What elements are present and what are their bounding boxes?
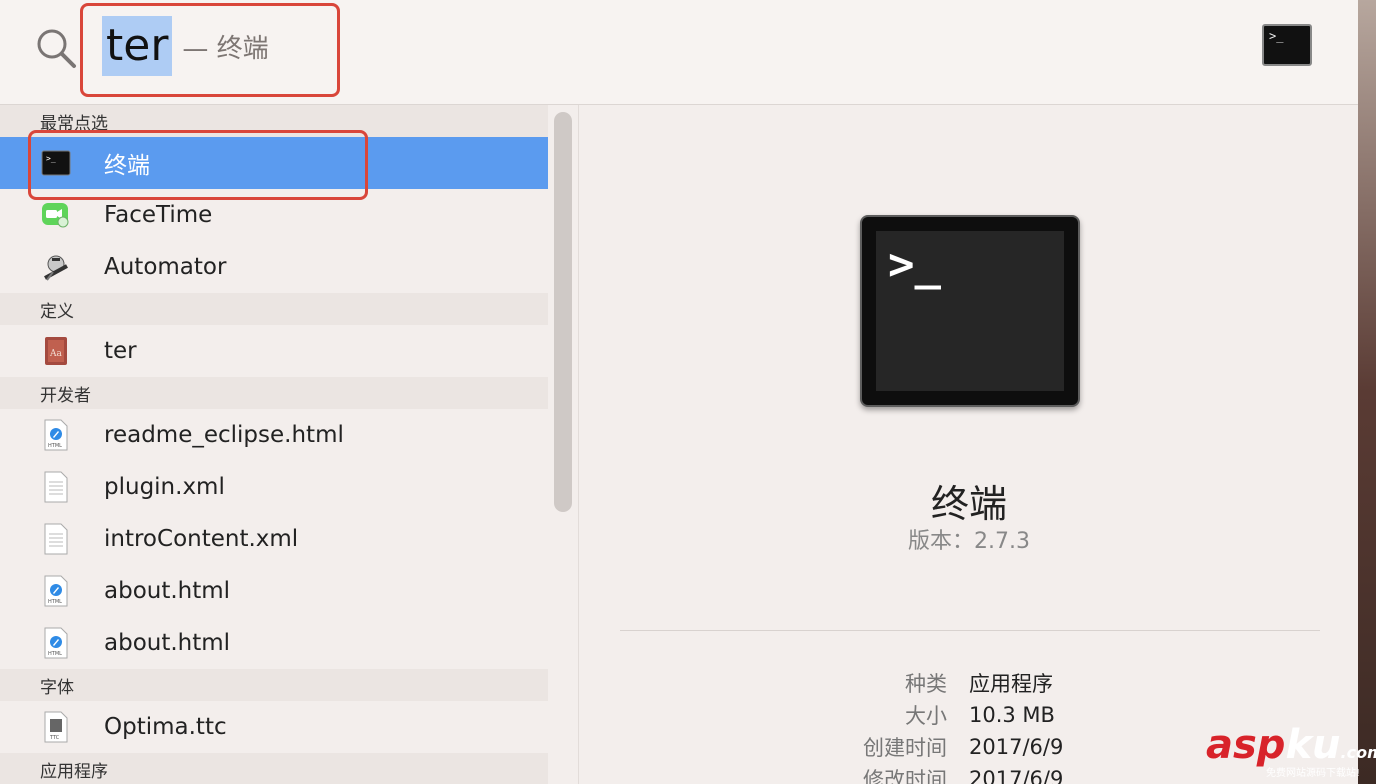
result-label: readme_eclipse.html [104,422,344,448]
result-item[interactable]: HTML about.html [0,565,548,617]
results-list: 最常点选 >_ 终端 FaceTime Automator 定义 Aa ter 开发者 HTML r… [0,105,548,784]
terminal-prompt: >_ [888,239,941,290]
result-label: about.html [104,630,231,656]
automator-icon [40,251,72,283]
section-header: 最常点选 [0,105,548,137]
html-file-icon: HTML [40,575,72,607]
html-file-icon: HTML [40,419,72,451]
result-label: FaceTime [104,202,213,228]
header-terminal-prompt: >_ [1269,29,1284,43]
result-label: Optima.ttc [104,714,227,740]
svg-text:Aa: Aa [49,349,62,359]
watermark-subtitle: 免费网站源码下载站! [1266,768,1361,779]
facetime-icon [40,199,72,231]
meta-value: 2017/6/9 [969,767,1064,784]
xml-file-icon [40,523,72,555]
result-item[interactable]: Aa ter [0,325,548,377]
search-completion: — 终端 [182,33,269,64]
result-label: plugin.xml [104,474,225,500]
result-item[interactable]: >_ 终端 [0,137,548,189]
result-item[interactable]: Automator [0,241,548,293]
result-label: Automator [104,254,227,280]
result-label: ter [104,338,137,364]
xml-file-icon [40,471,72,503]
section-header: 应用程序 [0,753,548,784]
svg-text:HTML: HTML [48,651,62,657]
section-header: 字体 [0,669,548,701]
result-item[interactable]: HTML readme_eclipse.html [0,409,548,461]
result-item[interactable]: introContent.xml [0,513,548,565]
preview-pane: >_ 终端 版本：2.7.3 种类 应用程序 大小 10.3 MB 创建时间 2… [580,105,1358,784]
watermark-logo: aspku.com [1206,722,1376,768]
meta-row: 种类 应用程序 [580,667,1358,699]
meta-key: 大小 [905,704,947,728]
pane-divider [578,105,579,784]
preview-divider [620,630,1320,631]
svg-text:TTC: TTC [49,735,60,741]
app-version: 版本：2.7.3 [908,529,1030,554]
desktop-background [1356,0,1376,784]
result-item[interactable]: TTC Optima.ttc [0,701,548,753]
section-header: 开发者 [0,377,548,409]
svg-text:HTML: HTML [48,599,62,605]
terminal-icon: >_ [860,215,1080,407]
section-header: 定义 [0,293,548,325]
result-item[interactable]: FaceTime [0,189,548,241]
spotlight-window: ter — 终端 >_ 最常点选 >_ 终端 FaceTime Automator 定义 A… [0,0,1358,784]
result-label: introContent.xml [104,526,299,552]
terminal-icon: >_ [40,147,72,179]
result-item[interactable]: HTML about.html [0,617,548,669]
font-file-icon: TTC [40,711,72,743]
html-file-icon: HTML [40,627,72,659]
dictionary-icon: Aa [40,335,72,367]
watermark: aspku.com 免费网站源码下载站! [1206,722,1376,779]
search-query: ter [102,16,173,76]
svg-text:HTML: HTML [48,443,62,449]
meta-value: 应用程序 [969,672,1053,696]
meta-key: 种类 [905,672,947,696]
meta-value: 2017/6/9 [969,735,1064,759]
meta-value: 10.3 MB [969,703,1055,727]
terminal-icon: >_ [1262,24,1312,66]
search-input[interactable]: ter — 终端 [102,14,269,78]
result-label: about.html [104,578,231,604]
scrollbar[interactable] [554,112,572,512]
result-label: 终端 [104,153,150,179]
search-bar: ter — 终端 >_ [0,0,1358,105]
svg-text:>_: >_ [46,154,56,163]
result-item[interactable]: plugin.xml [0,461,548,513]
search-icon [37,29,76,68]
terminal-screen: >_ [876,231,1064,391]
meta-key: 修改时间 [863,768,947,784]
app-name: 终端 [930,482,1007,526]
meta-key: 创建时间 [863,736,947,760]
